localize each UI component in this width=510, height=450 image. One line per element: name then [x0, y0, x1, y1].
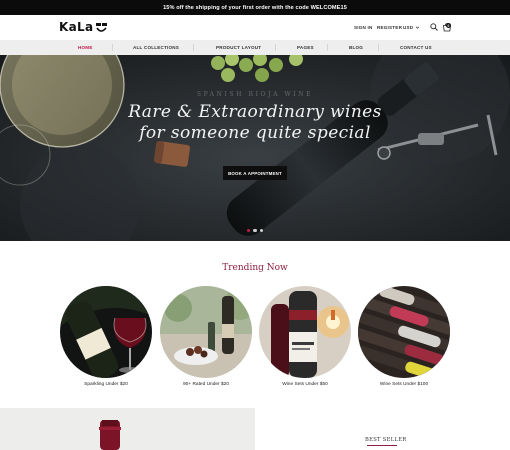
- slider-dot[interactable]: [247, 229, 251, 233]
- slider-dots: [247, 229, 264, 233]
- collection-card[interactable]: Wine Sets Under $50: [259, 286, 351, 387]
- currency-value: USD: [403, 25, 414, 30]
- collection-label[interactable]: Wine Sets Under $100: [348, 382, 460, 387]
- hero-title: Rare & Extraordinary wines: [128, 102, 382, 122]
- nav-divider: [193, 44, 194, 51]
- slider-dot[interactable]: [253, 229, 257, 233]
- currency-selector[interactable]: USD: [403, 15, 420, 40]
- hero-background-image: [0, 55, 510, 241]
- featured-product-image[interactable]: [0, 408, 255, 450]
- collection-image: [160, 286, 252, 378]
- collection-card[interactable]: 90+ Rated Under $20: [160, 286, 252, 387]
- logo-mark-icon: [96, 23, 108, 32]
- best-seller-heading: BEST SELLER: [365, 437, 407, 443]
- nav-item-contact-us[interactable]: CONTACT US: [400, 40, 432, 55]
- hero-slider[interactable]: SPANISH RIOJA WINE Rare & Extraordinary …: [0, 55, 510, 241]
- nav-item-home[interactable]: HOME: [78, 40, 93, 55]
- sign-in-link[interactable]: SIGN IN: [354, 15, 373, 40]
- register-link[interactable]: REGISTER: [377, 15, 402, 40]
- chevron-down-icon: [416, 26, 420, 29]
- hero-subtitle: for someone quite special: [139, 123, 371, 143]
- nav-item-pages[interactable]: PAGES: [297, 40, 314, 55]
- best-seller-underline: [367, 445, 397, 446]
- collection-image: [358, 286, 450, 378]
- collection-label[interactable]: Sparkling Under $20: [50, 382, 162, 387]
- logo-text: KaLa: [59, 20, 94, 34]
- header: KaLa SIGN IN REGISTER USD 0: [0, 15, 510, 40]
- collection-image: [60, 286, 152, 378]
- nav-item-all-collections[interactable]: ALL COLLECTIONS: [133, 40, 179, 55]
- bottle-image: [0, 408, 255, 450]
- nav-item-product-layout[interactable]: PRODUCT LAYOUT: [216, 40, 261, 55]
- promo-bar: 15% off the shipping of your first order…: [0, 0, 510, 15]
- collection-card[interactable]: Sparkling Under $20: [60, 286, 152, 387]
- collection-image: [259, 286, 351, 378]
- promo-text: 15% off the shipping of your first order…: [163, 4, 347, 11]
- cart-count-badge: 0: [446, 23, 451, 28]
- trending-title: Trending Now: [222, 263, 288, 273]
- nav-item-blog[interactable]: BLOG: [349, 40, 363, 55]
- main-nav: HOME ALL COLLECTIONS PRODUCT LAYOUT PAGE…: [0, 40, 510, 55]
- collection-card[interactable]: Wine Sets Under $100: [358, 286, 450, 387]
- collection-label[interactable]: 90+ Rated Under $20: [150, 382, 262, 387]
- logo[interactable]: KaLa: [59, 20, 108, 34]
- nav-divider: [112, 44, 113, 51]
- search-icon[interactable]: [430, 23, 438, 31]
- nav-divider: [378, 44, 379, 51]
- book-appointment-button[interactable]: BOOK A APPOINTMENT: [223, 166, 287, 180]
- nav-divider: [327, 44, 328, 51]
- slider-dot[interactable]: [259, 229, 264, 233]
- hero-kicker: SPANISH RIOJA WINE: [196, 91, 314, 98]
- nav-divider: [275, 44, 276, 51]
- collection-label[interactable]: Wine Sets Under $50: [249, 382, 361, 387]
